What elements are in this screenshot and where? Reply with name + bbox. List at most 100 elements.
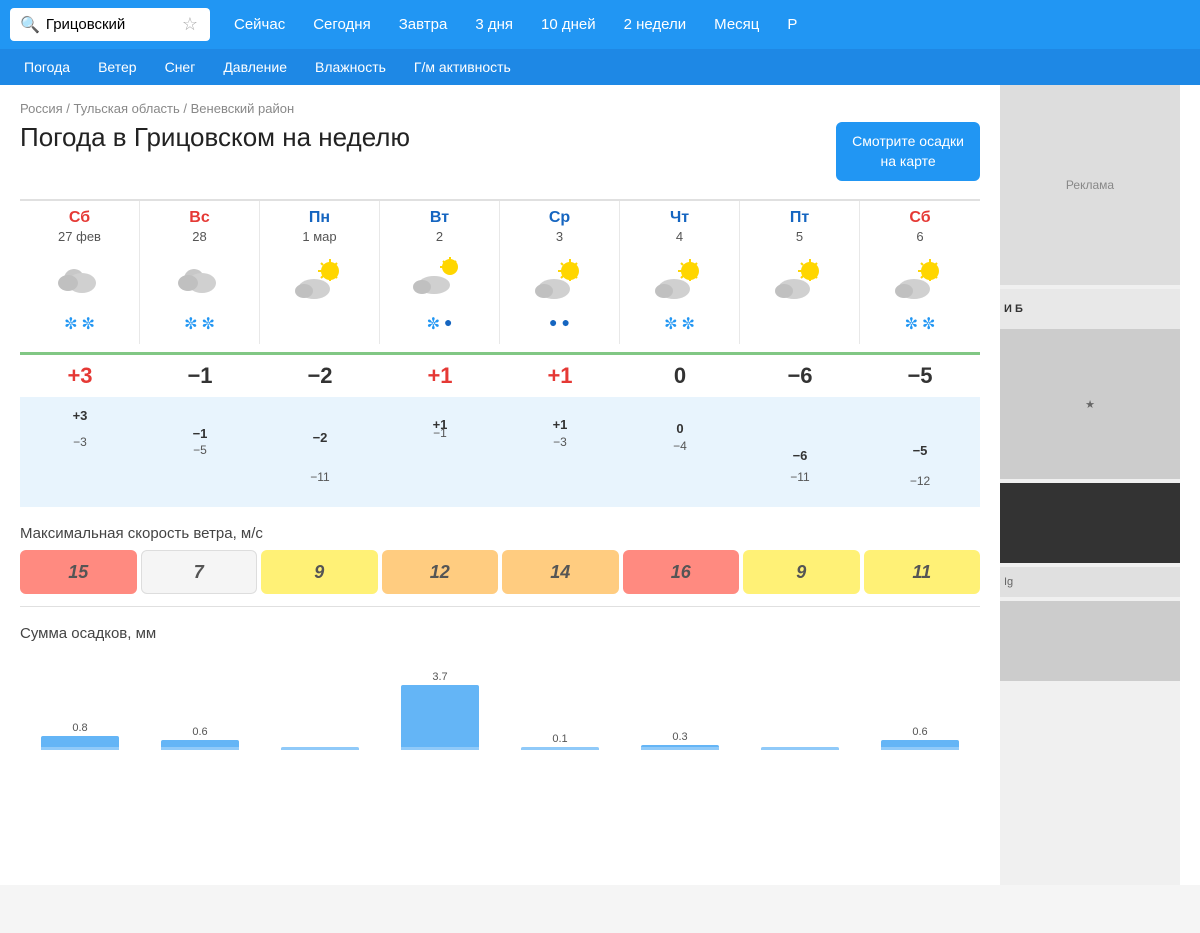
precip-value: 3.7 bbox=[432, 671, 447, 683]
temp-bar-low-label: −4 bbox=[673, 439, 687, 453]
weather-icon bbox=[290, 250, 350, 310]
precip-icons: ✼✼ bbox=[184, 314, 215, 336]
nav-seychas[interactable]: Сейчас bbox=[220, 10, 299, 39]
wind-cell: 15 bbox=[20, 550, 137, 594]
precip-bar bbox=[401, 685, 479, 750]
day-name: Пн bbox=[309, 209, 330, 227]
temp-bar-column: −1 −5 bbox=[140, 397, 260, 507]
precip-icons: ✼✼ bbox=[664, 314, 695, 336]
temp-bar-column: +3 −3 bbox=[20, 397, 140, 507]
precip-value: 0.1 bbox=[552, 733, 567, 745]
weather-icon bbox=[530, 250, 590, 310]
day-column: Сб 6 ✼✼ bbox=[860, 201, 980, 344]
wind-cell: 12 bbox=[382, 550, 499, 594]
main-content: Россия / Тульская область / Веневский ра… bbox=[0, 85, 1000, 885]
temp-high: +3 bbox=[67, 363, 92, 389]
precip-bar bbox=[41, 736, 119, 750]
breadcrumb-venev[interactable]: Веневский район bbox=[191, 101, 295, 116]
sidebar-label: Ig bbox=[1000, 567, 1180, 597]
sidebar-ad-3 bbox=[1000, 483, 1180, 563]
favorite-star-icon[interactable]: ☆ bbox=[182, 14, 198, 35]
day-column: Вс 28 ✼✼ bbox=[140, 201, 260, 344]
temp-bar-low-label: −12 bbox=[910, 474, 930, 488]
day-date: 4 bbox=[676, 229, 683, 244]
weather-icon bbox=[650, 250, 710, 310]
day-date: 1 мар bbox=[302, 229, 336, 244]
temp-bar-high-label: 0 bbox=[676, 421, 683, 436]
rain-icon: ● bbox=[549, 314, 557, 336]
sidebar-ad-1: Реклама bbox=[1000, 85, 1180, 285]
snow-icon: ✼ bbox=[682, 314, 695, 336]
subnav-pogoda[interactable]: Погода bbox=[10, 49, 84, 85]
map-button[interactable]: Смотрите осадки на карте bbox=[836, 122, 980, 181]
precip-bar bbox=[881, 740, 959, 751]
subnav-gm[interactable]: Г/м активность bbox=[400, 49, 525, 85]
temp-bar-high-label: +1 bbox=[553, 417, 568, 432]
precip-icons: ✼● bbox=[427, 314, 453, 336]
temp-high: −5 bbox=[907, 363, 932, 389]
precip-bar-column: 0.8 bbox=[20, 650, 140, 750]
day-column: Пт 5 bbox=[740, 201, 860, 344]
subnav-vlazhnost[interactable]: Влажность bbox=[301, 49, 400, 85]
nav-month[interactable]: Месяц bbox=[700, 10, 773, 39]
title-row: Погода в Грицовском на неделю Смотрите о… bbox=[20, 122, 980, 181]
nav-zavtra[interactable]: Завтра bbox=[385, 10, 462, 39]
temp-bar-column: −2 −11 bbox=[260, 397, 380, 507]
precip-bar bbox=[521, 747, 599, 750]
precip-bar-column: 0.6 bbox=[140, 650, 260, 750]
weather-days-grid: Сб 27 фев ✼✼ Вс 28 ✼✼ Пн 1 мар bbox=[20, 199, 980, 344]
precip-bar bbox=[641, 745, 719, 750]
breadcrumb-tula[interactable]: Тульская область bbox=[74, 101, 180, 116]
temp-column: −2 bbox=[260, 355, 380, 397]
breadcrumb-russia[interactable]: Россия bbox=[20, 101, 63, 116]
temp-bars-visual: +3 −3 −1 −5 −2 −11 +1 −1 +1 −3 0 −4 −6 −… bbox=[20, 397, 980, 507]
weather-icon bbox=[170, 250, 230, 310]
precip-bar-column: 0.1 bbox=[500, 650, 620, 750]
temp-column: −5 bbox=[860, 355, 980, 397]
subnav-veter[interactable]: Ветер bbox=[84, 49, 151, 85]
temp-high: +1 bbox=[547, 363, 572, 389]
precip-bar bbox=[161, 740, 239, 751]
precip-icons: ✼✼ bbox=[64, 314, 95, 336]
weather-icon bbox=[770, 250, 830, 310]
temp-bar-low-label: −3 bbox=[553, 435, 567, 449]
temp-bar-high-label: −2 bbox=[313, 430, 328, 445]
snow-icon: ✼ bbox=[82, 314, 95, 336]
sidebar-promo-title: И Б bbox=[1000, 289, 1180, 329]
temp-bar-low-label: −1 bbox=[433, 426, 447, 440]
breadcrumb-sep1: / bbox=[66, 101, 73, 116]
temp-bar-column: −6 −11 bbox=[740, 397, 860, 507]
snow-icon: ✼ bbox=[922, 314, 935, 336]
day-date: 2 bbox=[436, 229, 443, 244]
precip-icons: ✼✼ bbox=[905, 314, 936, 336]
temp-bar-column: −5 −12 bbox=[860, 397, 980, 507]
subnav-sneg[interactable]: Снег bbox=[151, 49, 210, 85]
sidebar-ad-2: ★ bbox=[1000, 329, 1180, 479]
subnav-davlenie[interactable]: Давление bbox=[209, 49, 301, 85]
nav-10days[interactable]: 10 дней bbox=[527, 10, 610, 39]
temp-bar-high-label: +3 bbox=[73, 408, 88, 423]
day-name: Вт bbox=[430, 209, 449, 227]
temp-column: −6 bbox=[740, 355, 860, 397]
temp-bar-column: +1 −1 bbox=[380, 397, 500, 507]
temp-bar-low-label: −5 bbox=[193, 443, 207, 457]
precip-bar-column: 0.6 bbox=[860, 650, 980, 750]
day-date: 6 bbox=[916, 229, 923, 244]
snow-icon: ✼ bbox=[664, 314, 677, 336]
precip-value: 0.6 bbox=[192, 726, 207, 738]
nav-more[interactable]: Р bbox=[773, 10, 811, 39]
nav-segodnya[interactable]: Сегодня bbox=[299, 10, 385, 39]
temp-bar-column: 0 −4 bbox=[620, 397, 740, 507]
search-icon: 🔍 bbox=[20, 15, 40, 35]
search-input[interactable] bbox=[46, 16, 176, 33]
wind-grid: 1579121416911 bbox=[20, 550, 980, 594]
precip-bar-column: 3.7 bbox=[380, 650, 500, 750]
nav-3days[interactable]: 3 дня bbox=[461, 10, 527, 39]
nav-2weeks[interactable]: 2 недели bbox=[610, 10, 701, 39]
day-name: Чт bbox=[670, 209, 689, 227]
temp-section: +3 −1 −2 +1 +1 0 −6 −5 bbox=[20, 352, 980, 397]
precip-icons: ●● bbox=[549, 314, 570, 336]
day-column: Сб 27 фев ✼✼ bbox=[20, 201, 140, 344]
temp-column: −1 bbox=[140, 355, 260, 397]
map-button-line1: Смотрите осадки bbox=[852, 133, 964, 149]
